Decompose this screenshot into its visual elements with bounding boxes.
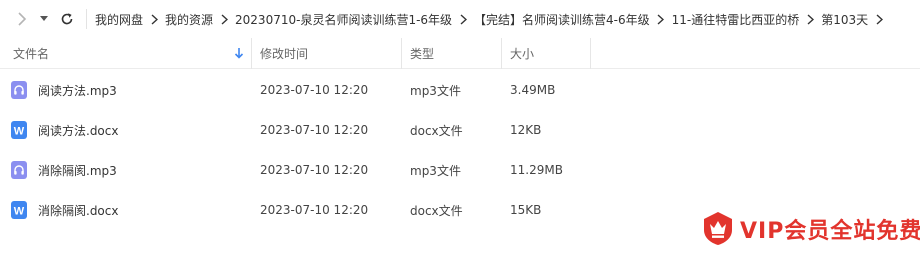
refresh-button[interactable] — [54, 0, 80, 38]
svg-text:W: W — [14, 126, 25, 138]
file-size: 3.49MB — [510, 83, 556, 97]
chevron-right-icon — [143, 0, 165, 38]
column-header-label: 文件名 — [13, 47, 50, 61]
arrow-down-icon[interactable] — [234, 47, 244, 62]
chevron-right-icon — [18, 12, 27, 26]
refresh-icon — [61, 13, 73, 25]
file-name[interactable]: 消除隔阂.mp3 — [38, 150, 248, 190]
modified-time: 2023-07-10 12:20 — [260, 203, 369, 217]
table-header: 文件名 修改时间 类型 大小 — [0, 38, 920, 69]
column-header-label: 大小 — [510, 47, 535, 61]
modified-time: 2023-07-10 12:20 — [260, 83, 369, 97]
column-header-size[interactable]: 大小 — [501, 38, 591, 69]
table-row[interactable]: 阅读方法.mp3 2023-07-10 12:20 mp3文件 3.49MB — [0, 70, 920, 110]
file-size: 15KB — [510, 203, 542, 217]
file-type: mp3文件 — [410, 83, 461, 98]
vip-promo-badge[interactable]: VIP会员全站免费 — [700, 208, 920, 250]
vip-promo-text: VIP会员全站免费 — [740, 219, 920, 244]
chevron-right-icon — [799, 0, 821, 38]
modified-time: 2023-07-10 12:20 — [260, 123, 369, 137]
breadcrumb-item[interactable]: 20230710-泉灵名师阅读训练营1-6年级 — [235, 11, 452, 28]
crown-icon — [700, 210, 736, 249]
file-name[interactable]: 消除隔阂.docx — [38, 190, 248, 230]
breadcrumb-item-current[interactable]: 第103天 — [821, 11, 868, 28]
column-header-date[interactable]: 修改时间 — [251, 38, 401, 69]
svg-text:W: W — [14, 206, 25, 218]
breadcrumb-item[interactable]: 我的资源 — [165, 11, 213, 28]
breadcrumb-bar: 我的网盘 我的资源 20230710-泉灵名师阅读训练营1-6年级 【完结】名师… — [0, 0, 920, 38]
breadcrumb-item[interactable]: 【完结】名师阅读训练营4-6年级 — [474, 11, 650, 28]
chevron-right-icon — [213, 0, 235, 38]
modified-time: 2023-07-10 12:20 — [260, 163, 369, 177]
audio-file-icon — [10, 150, 28, 190]
breadcrumb-item[interactable]: 11-通往特雷比西亚的桥 — [672, 11, 800, 28]
audio-file-icon — [10, 70, 28, 110]
table-row[interactable]: W 阅读方法.docx 2023-07-10 12:20 docx文件 12KB — [0, 110, 920, 150]
chevron-right-icon — [452, 0, 474, 38]
column-header-type[interactable]: 类型 — [401, 38, 501, 69]
toolbar-divider — [86, 9, 87, 29]
table-row[interactable]: 消除隔阂.mp3 2023-07-10 12:20 mp3文件 11.29MB — [0, 150, 920, 190]
file-name[interactable]: 阅读方法.docx — [38, 110, 248, 150]
history-dropdown-button[interactable] — [34, 0, 54, 38]
chevron-right-icon[interactable] — [868, 0, 890, 38]
file-size: 11.29MB — [510, 163, 563, 177]
forward-button[interactable] — [10, 0, 34, 38]
breadcrumb: 我的网盘 我的资源 20230710-泉灵名师阅读训练营1-6年级 【完结】名师… — [95, 0, 890, 38]
word-file-icon: W — [10, 110, 28, 150]
column-header-label: 类型 — [410, 47, 435, 61]
file-type: docx文件 — [410, 203, 463, 218]
column-header-name[interactable]: 文件名 — [13, 38, 250, 69]
word-file-icon: W — [10, 190, 28, 230]
file-size: 12KB — [510, 123, 542, 137]
chevron-right-icon — [650, 0, 672, 38]
file-type: docx文件 — [410, 123, 463, 138]
caret-down-icon — [40, 16, 48, 21]
column-header-label: 修改时间 — [260, 47, 309, 61]
file-name[interactable]: 阅读方法.mp3 — [38, 70, 248, 110]
breadcrumb-item[interactable]: 我的网盘 — [95, 11, 143, 28]
file-type: mp3文件 — [410, 163, 461, 178]
